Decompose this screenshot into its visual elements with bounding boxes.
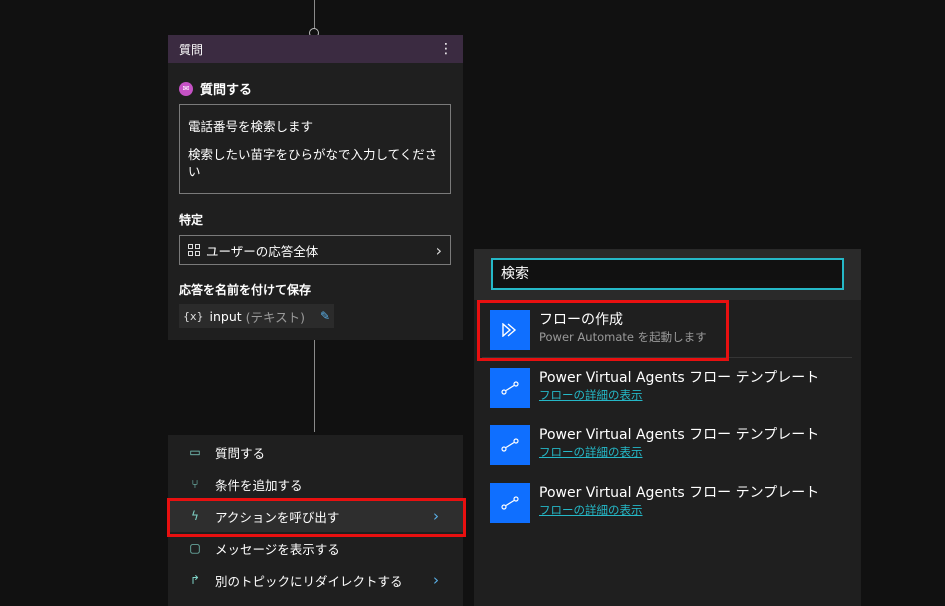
identify-value: ユーザーの応答全体: [206, 243, 319, 259]
question-message-box[interactable]: 電話番号を検索します 検索したい苗字をひらがなで入力してください: [179, 104, 451, 194]
flow-template-title: Power Virtual Agents フロー テンプレート: [539, 427, 820, 443]
chat-icon: ▭: [189, 445, 201, 459]
entity-grid-icon: [188, 244, 200, 256]
question-node-header: 質問 ⋮: [168, 35, 463, 63]
ask-question-label: 質問する: [200, 83, 253, 98]
redirect-icon: ↱: [189, 573, 201, 587]
identify-label: 特定: [179, 213, 204, 227]
menu-item-label: 質問する: [215, 445, 266, 461]
flow-search-area: [474, 249, 861, 300]
flow-template-icon: [490, 368, 530, 408]
menu-item-label: 別のトピックにリダイレクトする: [215, 573, 403, 589]
message-line-2: 検索したい苗字をひらがなで入力してください: [188, 147, 438, 179]
identify-select[interactable]: ユーザーの応答全体 ›: [179, 235, 451, 265]
chat-bubble-icon: ✉: [179, 81, 193, 96]
message-line-1: 電話番号を検索します: [188, 119, 314, 134]
message-icon: ▢: [189, 541, 201, 555]
chevron-right-icon: ›: [435, 240, 442, 260]
menu-item-ask-question[interactable]: ▭ 質問する: [168, 436, 463, 468]
flow-details-link[interactable]: フローの詳細の表示: [539, 387, 819, 403]
flow-template-item[interactable]: Power Virtual Agents フロー テンプレート フローの詳細の表…: [490, 368, 850, 410]
menu-item-label: 条件を追加する: [215, 477, 303, 493]
variable-type: (テキスト): [245, 309, 306, 325]
question-node-card[interactable]: 質問 ⋮ ✉ 質問する 電話番号を検索します 検索したい苗字をひらがなで入力して…: [168, 35, 463, 340]
connector-top: [314, 0, 315, 30]
highlight-call-action: [167, 498, 466, 537]
save-response-label: 応答を名前を付けて保存: [179, 283, 312, 297]
flow-template-item[interactable]: Power Virtual Agents フロー テンプレート フローの詳細の表…: [490, 425, 850, 467]
flow-search-input[interactable]: [491, 258, 844, 290]
menu-item-label: メッセージを表示する: [215, 541, 340, 557]
ask-question-row: ✉ 質問する: [179, 79, 252, 98]
flow-details-link[interactable]: フローの詳細の表示: [539, 502, 819, 518]
branch-icon: ⑂: [191, 477, 199, 491]
flow-template-title: Power Virtual Agents フロー テンプレート: [539, 485, 820, 501]
variable-chip[interactable]: {x} input (テキスト) ✎: [179, 304, 334, 328]
variable-icon: {x}: [183, 309, 204, 323]
edit-pencil-icon[interactable]: ✎: [320, 309, 330, 323]
more-vertical-icon[interactable]: ⋮: [439, 42, 453, 56]
flow-template-item[interactable]: Power Virtual Agents フロー テンプレート フローの詳細の表…: [490, 483, 850, 525]
connector-middle: [314, 340, 315, 432]
flow-details-link[interactable]: フローの詳細の表示: [539, 444, 819, 460]
menu-item-redirect-topic[interactable]: ↱ 別のトピックにリダイレクトする ›: [168, 564, 463, 596]
menu-item-add-condition[interactable]: ⑂ 条件を追加する: [168, 468, 463, 500]
question-node-title: 質問: [179, 42, 204, 57]
highlight-create-flow: [477, 300, 729, 361]
flow-template-title: Power Virtual Agents フロー テンプレート: [539, 370, 820, 386]
chevron-right-icon: ›: [433, 571, 439, 589]
variable-name: input: [209, 308, 242, 324]
flow-template-icon: [490, 483, 530, 523]
flow-template-icon: [490, 425, 530, 465]
